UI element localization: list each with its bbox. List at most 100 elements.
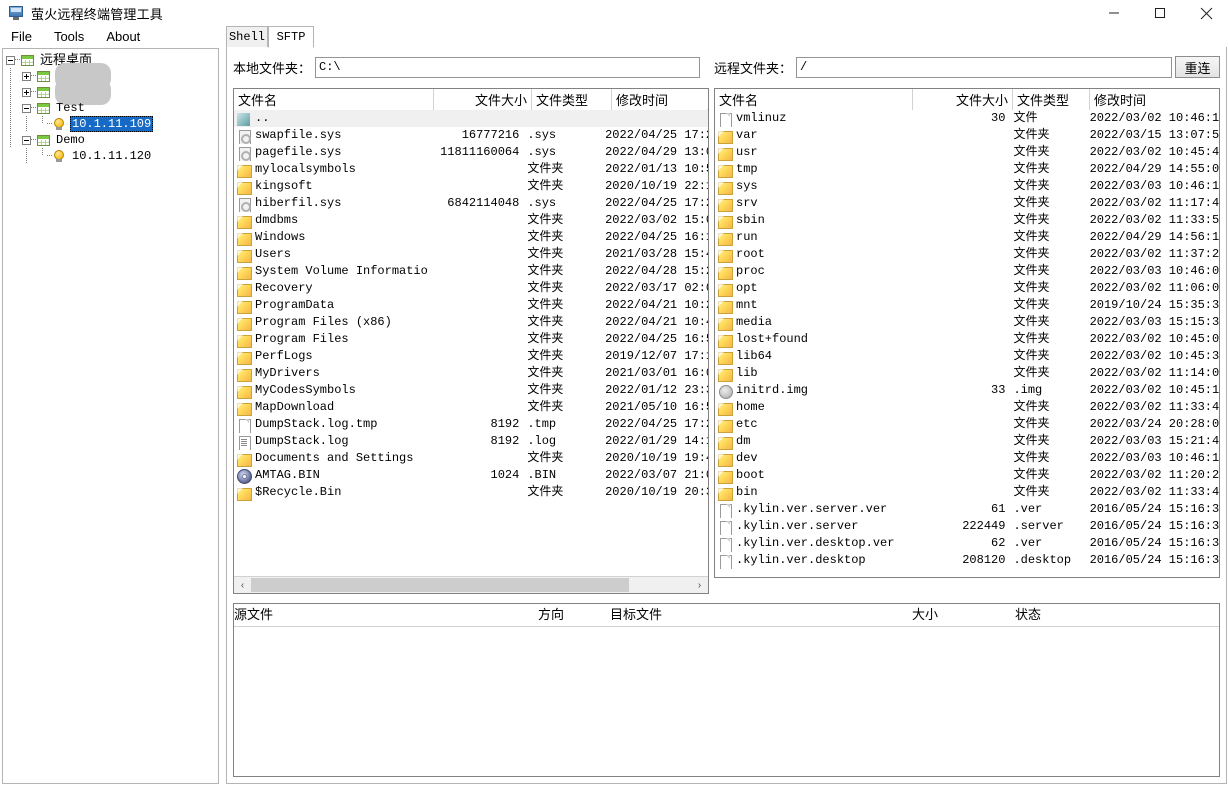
- remote-file-rows[interactable]: vmlinuz 30 文件 2022/03/02 10:46:18 var 文件夹 2022…: [715, 110, 1219, 577]
- file-row[interactable]: DumpStack.log.tmp 8192 .tmp 2022/04/25 17:2: [234, 416, 708, 433]
- file-row[interactable]: MapDownload 文件夹 2021/05/10 16:5: [234, 399, 708, 416]
- reconnect-button[interactable]: 重连: [1175, 56, 1220, 78]
- remote-file-list-panel[interactable]: 文件名 文件大小 文件类型 修改时间 vmlinuz 30 文件 2022/03/02…: [714, 88, 1220, 578]
- file-row[interactable]: proc 文件夹 2022/03/03 10:46:08: [715, 263, 1219, 280]
- remote-col-name[interactable]: 文件名: [715, 89, 913, 110]
- file-row[interactable]: .kylin.ver.desktop.ver 62 .ver 2016/05/24 1…: [715, 535, 1219, 552]
- file-row[interactable]: lib64 文件夹 2022/03/02 10:45:36: [715, 348, 1219, 365]
- file-row[interactable]: etc 文件夹 2022/03/24 20:28:06: [715, 416, 1219, 433]
- tree-node-group-1[interactable]: [3, 63, 218, 89]
- file-row[interactable]: DumpStack.log 8192 .log 2022/01/29 14:1: [234, 433, 708, 450]
- file-row[interactable]: Program Files 文件夹 2022/04/25 16:5: [234, 331, 708, 348]
- tree-node-root[interactable]: 远程桌面: [3, 52, 218, 68]
- file-row[interactable]: dmdbms 文件夹 2022/03/02 15:0: [234, 212, 708, 229]
- scroll-right-icon[interactable]: ›: [691, 577, 708, 593]
- file-row[interactable]: ProgramData 文件夹 2022/04/21 10:2: [234, 297, 708, 314]
- file-row[interactable]: dev 文件夹 2022/03/03 10:46:17: [715, 450, 1219, 467]
- transfer-queue-panel[interactable]: 源文件 方向 目标文件 大小 状态: [233, 603, 1220, 777]
- queue-col-source[interactable]: 源文件: [234, 604, 538, 627]
- queue-col-size[interactable]: 大小: [912, 604, 1015, 627]
- file-row[interactable]: .kylin.ver.server.ver 61 .ver 2016/05/24 15…: [715, 501, 1219, 518]
- menu-item-about[interactable]: About: [95, 27, 151, 47]
- file-row[interactable]: lib 文件夹 2022/03/02 11:14:03: [715, 365, 1219, 382]
- queue-col-direction[interactable]: 方向: [538, 604, 610, 627]
- local-col-type[interactable]: 文件类型: [532, 89, 612, 110]
- file-row[interactable]: home 文件夹 2022/03/02 11:33:44: [715, 399, 1219, 416]
- remote-col-time[interactable]: 修改时间: [1090, 89, 1219, 110]
- scroll-left-icon[interactable]: ‹: [234, 577, 251, 593]
- remote-col-size[interactable]: 文件大小: [913, 89, 1013, 110]
- tree-node-test[interactable]: Test: [3, 100, 218, 116]
- local-scroll-track[interactable]: [251, 577, 691, 593]
- tab-shell[interactable]: Shell: [226, 26, 268, 48]
- connection-tree-panel[interactable]: 远程桌面 Test 10.1.11.109 Demo 10.1.11.120: [2, 48, 219, 784]
- file-row[interactable]: Program Files (x86) 文件夹 2022/04/21 10:4: [234, 314, 708, 331]
- file-row[interactable]: kingsoft 文件夹 2020/10/19 22:1: [234, 178, 708, 195]
- file-row[interactable]: boot 文件夹 2022/03/02 11:20:28: [715, 467, 1219, 484]
- local-file-rows[interactable]: .. swapfile.sys 16777216 .sys 2022/04/25 17:…: [234, 110, 708, 576]
- file-row[interactable]: tmp 文件夹 2022/04/29 14:55:01: [715, 161, 1219, 178]
- file-row[interactable]: dm 文件夹 2022/03/03 15:21:48: [715, 433, 1219, 450]
- tree-host-10-1-11-120[interactable]: 10.1.11.120: [3, 148, 218, 164]
- maximize-button[interactable]: [1137, 0, 1183, 26]
- file-row[interactable]: .kylin.ver.server 222449 .server 2016/05/24…: [715, 518, 1219, 535]
- queue-col-status[interactable]: 状态: [1015, 604, 1116, 627]
- file-row[interactable]: root 文件夹 2022/03/02 11:37:24: [715, 246, 1219, 263]
- file-row[interactable]: pagefile.sys 11811160064 .sys 2022/04/29 13…: [234, 144, 708, 161]
- file-row[interactable]: Windows 文件夹 2022/04/25 16:1: [234, 229, 708, 246]
- file-row[interactable]: Documents and Settings 文件夹 2020/10/19 19:4: [234, 450, 708, 467]
- file-row[interactable]: AMTAG.BIN 1024 .BIN 2022/03/07 21:0: [234, 467, 708, 484]
- file-row[interactable]: usr 文件夹 2022/03/02 10:45:48: [715, 144, 1219, 161]
- minimize-button[interactable]: [1091, 0, 1137, 26]
- tab-sftp[interactable]: SFTP: [268, 26, 314, 48]
- file-row[interactable]: mylocalsymbols 文件夹 2022/01/13 10:5: [234, 161, 708, 178]
- local-horizontal-scrollbar[interactable]: ‹ ›: [234, 576, 708, 593]
- group-2-expander[interactable]: [19, 84, 37, 100]
- file-row[interactable]: swapfile.sys 16777216 .sys 2022/04/25 17:2: [234, 127, 708, 144]
- tree-node-demo[interactable]: Demo: [3, 132, 218, 148]
- file-row[interactable]: sbin 文件夹 2022/03/02 11:33:52: [715, 212, 1219, 229]
- file-row[interactable]: $Recycle.Bin 文件夹 2020/10/19 20:3: [234, 484, 708, 501]
- demo-expander[interactable]: [19, 132, 37, 148]
- file-row[interactable]: PerfLogs 文件夹 2019/12/07 17:1: [234, 348, 708, 365]
- menu-item-file[interactable]: File: [0, 27, 43, 47]
- file-row[interactable]: System Volume Information 文件夹 2022/04/28 1…: [234, 263, 708, 280]
- file-row[interactable]: MyCodesSymbols 文件夹 2022/01/12 23:3: [234, 382, 708, 399]
- queue-col-target[interactable]: 目标文件: [610, 604, 912, 627]
- local-col-size[interactable]: 文件大小: [434, 89, 532, 110]
- file-row[interactable]: initrd.img 33 .img 2022/03/02 10:45:16: [715, 382, 1219, 399]
- file-row[interactable]: srv 文件夹 2022/03/02 11:17:46: [715, 195, 1219, 212]
- file-row[interactable]: run 文件夹 2022/04/29 14:56:19: [715, 229, 1219, 246]
- local-scroll-thumb[interactable]: [251, 578, 630, 592]
- tree-host-10-1-11-109[interactable]: 10.1.11.109: [3, 116, 218, 132]
- file-row[interactable]: MyDrivers 文件夹 2021/03/01 16:0: [234, 365, 708, 382]
- file-row[interactable]: .kylin.ver.desktop 208120 .desktop 2016/05/…: [715, 552, 1219, 569]
- remote-col-type[interactable]: 文件类型: [1013, 89, 1090, 110]
- group-1-expander[interactable]: [19, 68, 37, 84]
- test-expander[interactable]: [19, 100, 37, 116]
- close-button[interactable]: [1183, 0, 1229, 26]
- file-name-cell: System Volume Information: [234, 263, 428, 280]
- file-row[interactable]: Users 文件夹 2021/03/28 15:4: [234, 246, 708, 263]
- file-row[interactable]: mnt 文件夹 2019/10/24 15:35:36: [715, 297, 1219, 314]
- root-expander[interactable]: [3, 52, 21, 68]
- remote-path-input[interactable]: [796, 56, 1173, 78]
- file-name-cell: ProgramData: [234, 297, 428, 314]
- queue-rows[interactable]: [234, 627, 1219, 775]
- menu-item-tools[interactable]: Tools: [43, 27, 95, 47]
- file-row[interactable]: lost+found 文件夹 2022/03/02 10:45:01: [715, 331, 1219, 348]
- file-row[interactable]: var 文件夹 2022/03/15 13:07:53: [715, 127, 1219, 144]
- tree-node-group-2[interactable]: [3, 79, 218, 105]
- file-row[interactable]: opt 文件夹 2022/03/02 11:06:02: [715, 280, 1219, 297]
- local-path-input[interactable]: [315, 56, 701, 78]
- file-row[interactable]: ..: [234, 110, 708, 127]
- file-row[interactable]: vmlinuz 30 文件 2022/03/02 10:46:18: [715, 110, 1219, 127]
- local-col-time[interactable]: 修改时间: [612, 89, 707, 110]
- file-row[interactable]: Recovery 文件夹 2022/03/17 02:0: [234, 280, 708, 297]
- file-row[interactable]: hiberfil.sys 6842114048 .sys 2022/04/25 17:…: [234, 195, 708, 212]
- file-row[interactable]: media 文件夹 2022/03/03 15:15:38: [715, 314, 1219, 331]
- file-row[interactable]: sys 文件夹 2022/03/03 10:46:12: [715, 178, 1219, 195]
- file-row[interactable]: bin 文件夹 2022/03/02 11:33:49: [715, 484, 1219, 501]
- local-col-name[interactable]: 文件名: [234, 89, 434, 110]
- local-file-list-panel[interactable]: 文件名 文件大小 文件类型 修改时间 .. swapfile.sys 1677721…: [233, 88, 709, 594]
